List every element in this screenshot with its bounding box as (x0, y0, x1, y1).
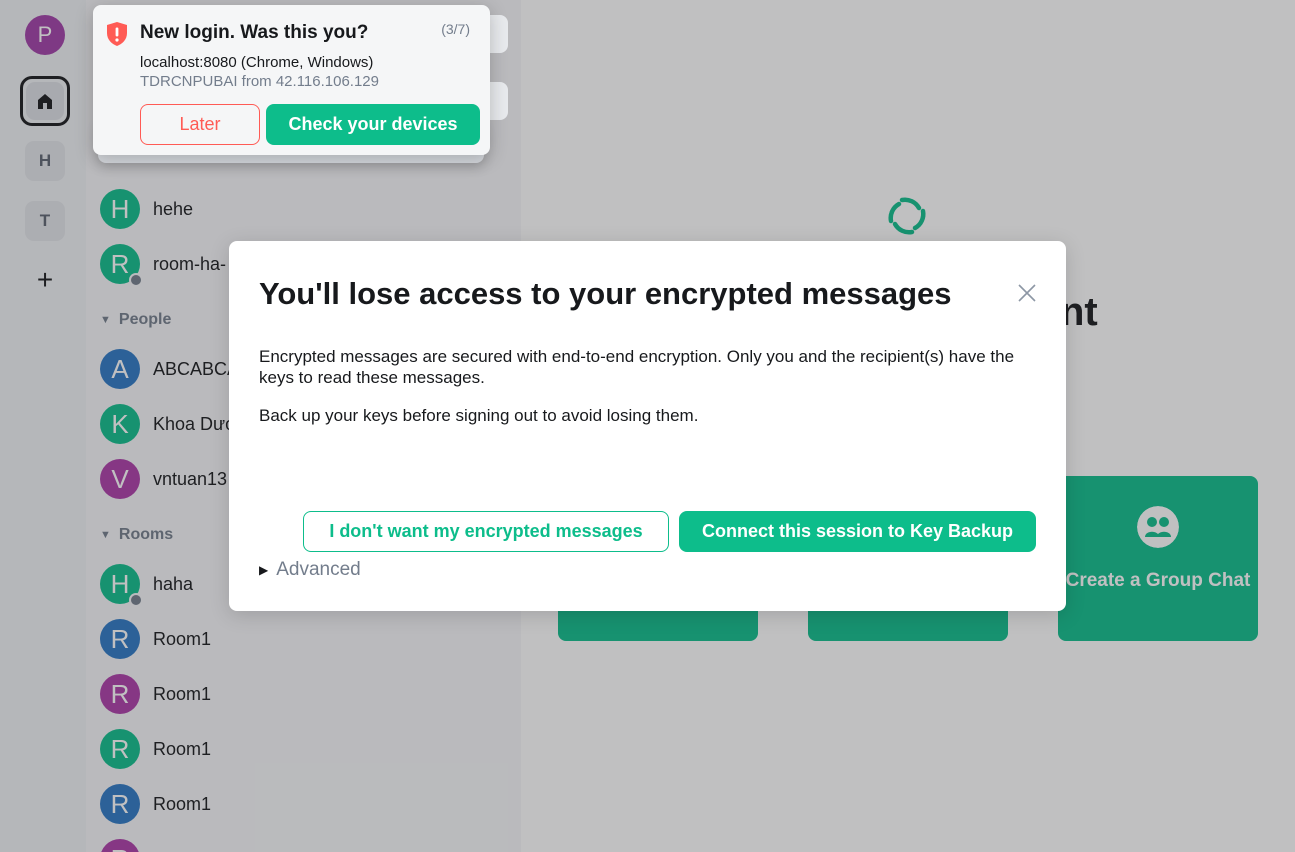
new-login-toast: New login. Was this you? (3/7) localhost… (93, 5, 490, 155)
check-devices-button[interactable]: Check your devices (266, 104, 480, 145)
logout-warning-dialog: You'll lose access to your encrypted mes… (229, 241, 1066, 611)
later-button[interactable]: Later (140, 104, 260, 145)
toast-ip-line: TDRCNPUBAI from 42.116.106.129 (140, 73, 379, 90)
shield-alert-icon (107, 22, 127, 46)
toast-device-line: localhost:8080 (Chrome, Windows) (140, 54, 374, 71)
decline-backup-button[interactable]: I don't want my encrypted messages (303, 511, 669, 552)
toast-counter: (3/7) (441, 21, 470, 37)
close-icon[interactable] (1017, 283, 1037, 303)
dialog-title: You'll lose access to your encrypted mes… (259, 276, 952, 311)
triangle-right-icon: ▶ (259, 563, 269, 577)
advanced-label: Advanced (276, 559, 361, 580)
connect-key-backup-button[interactable]: Connect this session to Key Backup (679, 511, 1036, 552)
toast-title: New login. Was this you? (140, 22, 369, 43)
dialog-description: Encrypted messages are secured with end-… (259, 347, 1015, 387)
advanced-toggle[interactable]: ▶ Advanced (259, 559, 361, 581)
dialog-backup-hint: Back up your keys before signing out to … (259, 406, 699, 425)
